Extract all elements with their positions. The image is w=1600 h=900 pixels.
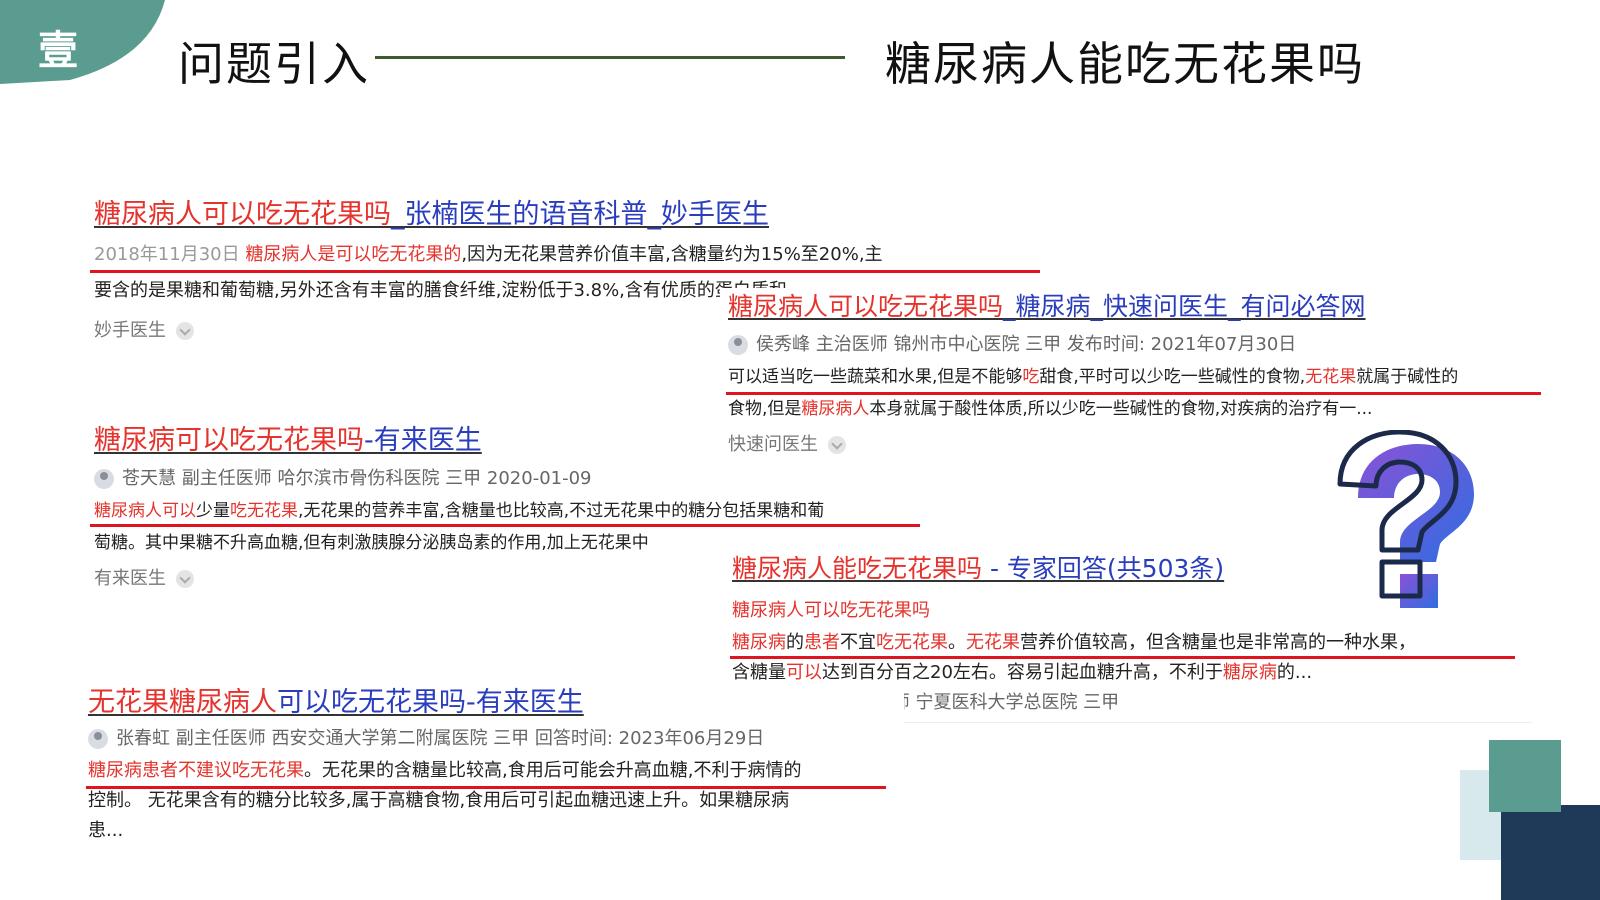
result-snippet-line2: 食物,但是糖尿病人本身就属于酸性体质,所以少吃一些碱性的食物,对疾病的治疗有一.… (728, 399, 1373, 419)
result-title-link[interactable]: 糖尿病可以吃无花果吗-有来医生 (94, 424, 482, 458)
result-snippet-line1: 糖尿病患者不建议吃无花果。无花果的含糖量比较高,食用后可能会升高血糖,不利于病情… (88, 760, 802, 781)
result-title-link[interactable]: 无花果糖尿病人可以吃无花果吗-有来医生 (88, 686, 584, 720)
highlight-underline (90, 270, 1040, 273)
result-author-meta: 张春虹 副主任医师 西安交通大学第二附属医院 三甲 回答时间: 2023年06月… (88, 726, 764, 752)
result-source[interactable]: 妙手医生 (94, 318, 194, 344)
highlight-underline (90, 524, 920, 527)
result-author-meta: 苍天慧 副主任医师 哈尔滨市骨伤科医院 三甲 2020-01-09 (94, 466, 592, 492)
result-source[interactable]: 有来医生 (94, 566, 194, 592)
result-snippet-line1: 2018年11月30日 糖尿病人是可以吃无花果的,因为无花果营养价值丰富,含糖量… (94, 244, 883, 265)
result-title-link[interactable]: 糖尿病人能吃无花果吗 - 专家回答(共503条) (732, 552, 1224, 586)
result-date: 2018年11月30日 (94, 244, 240, 265)
chevron-down-icon[interactable] (828, 436, 846, 454)
result-snippet-line2: 控制。 无花果含有的糖分比较多,属于高糖食物,食用后可引起血糖迅速上升。如果糖尿… (88, 790, 790, 811)
search-result-youlai-2: 无花果糖尿病人可以吃无花果吗-有来医生 张春虹 副主任医师 西安交通大学第二附属… (84, 684, 904, 864)
result-snippet-line1: 可以适当吃一些蔬菜和水果,但是不能够吃甜食,平时可以少吃一些碱性的食物,无花果就… (728, 367, 1459, 387)
result-snippet-line3: 患... (88, 820, 124, 841)
decor-square-teal (1489, 740, 1561, 812)
result-snippet-line1: 糖尿病人可以少量吃无花果,无花果的营养丰富,含糖量也比较高,不过无花果中的糖分包… (94, 501, 825, 521)
result-snippet-line1: 糖尿病的患者不宜吃无花果。无花果营养价值较高，但含糖量也是非常高的一种水果， (732, 632, 1416, 653)
question-mark-icon (1337, 430, 1474, 608)
header-divider (375, 56, 845, 59)
result-subtitle: 糖尿病人可以吃无花果吗 (732, 600, 930, 621)
result-snippet-line2: 要含的是果糖和葡萄糖,另外还含有丰富的膳食纤维,淀粉低于3.8%,含有优质的蛋白… (94, 280, 787, 301)
topic-title: 糖尿病人能吃无花果吗 (885, 37, 1365, 91)
chevron-down-icon[interactable] (176, 570, 194, 588)
avatar (728, 335, 748, 355)
search-result-youlai-1: 糖尿病可以吃无花果吗-有来医生 苍天慧 副主任医师 哈尔滨市骨伤科医院 三甲 2… (88, 420, 920, 600)
section-number-badge: 壹 (38, 27, 78, 74)
result-snippet-line2: 萄糖。其中果糖不升高血糖,但有刺激胰腺分泌胰岛素的作用,加上无花果中 (94, 533, 649, 553)
result-author-meta: 侯秀峰 主治医师 锦州市中心医院 三甲 发布时间: 2021年07月30日 (728, 332, 1296, 358)
chevron-down-icon[interactable] (176, 322, 194, 340)
avatar (94, 469, 114, 489)
result-title-link[interactable]: 糖尿病人可以吃无花果吗_糖尿病_快速问医生_有问必答网 (728, 290, 1366, 324)
result-title-link[interactable]: 糖尿病人可以吃无花果吗_张楠医生的语音科普_妙手医生 (94, 198, 769, 232)
avatar (88, 729, 108, 749)
decor-square-navy (1501, 805, 1600, 900)
section-title: 问题引入 (178, 37, 370, 91)
corner-badge-shape (0, 0, 165, 84)
result-source[interactable]: 快速问医生 (728, 432, 846, 458)
